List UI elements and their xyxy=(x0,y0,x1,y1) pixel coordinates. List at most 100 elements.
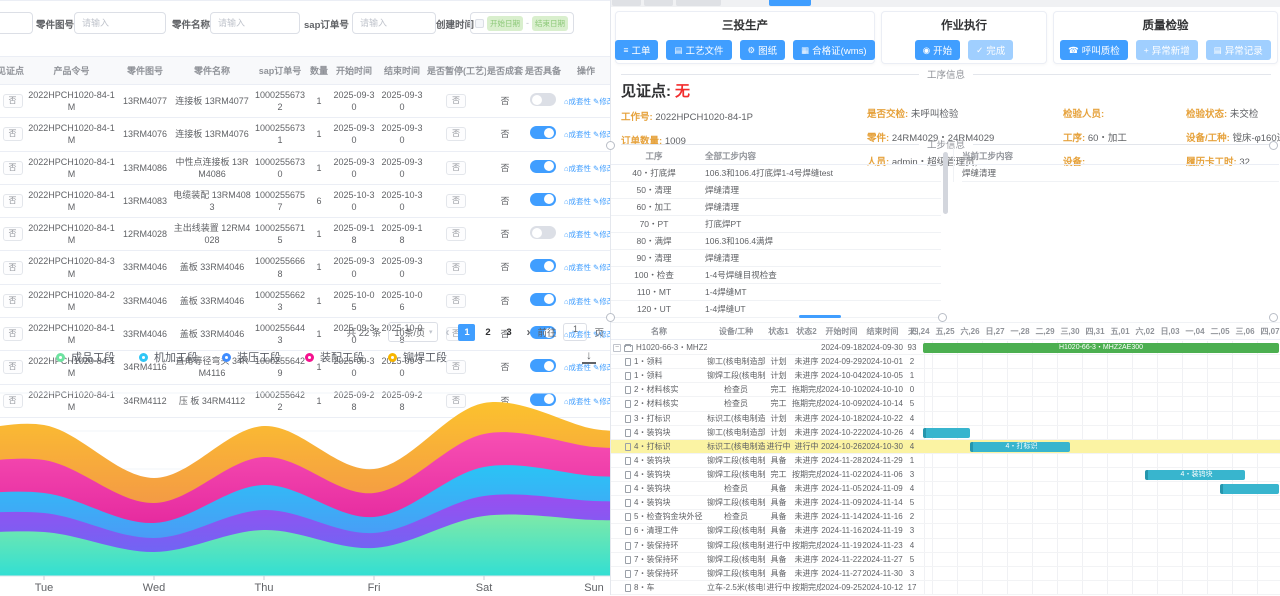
gantt-bar[interactable]: 4・装钨块 xyxy=(1145,470,1245,480)
ready-toggle[interactable] xyxy=(530,226,556,239)
gantt-row[interactable]: 2・材料核实检查员完工拖期完成2024-10-102024-10-100 xyxy=(611,383,1280,397)
legend-item[interactable]: 装压工段 xyxy=(222,349,281,365)
gantt-row[interactable]: 8・车立车-2.5米(核电制造部)进行中按期完成2024-09-252024-1… xyxy=(611,581,1280,595)
set-check-link[interactable]: ⌂成套性 xyxy=(564,97,591,106)
工单-button[interactable]: ≡工单 xyxy=(615,40,658,60)
resize-handle[interactable] xyxy=(1269,313,1278,322)
ready-toggle[interactable] xyxy=(530,259,556,272)
pause-tag[interactable]: 否 xyxy=(446,294,466,308)
gantt-row[interactable]: 7・装保持环铆焊工段(核电制造部)具备未进序2024-11-222024-11-… xyxy=(611,553,1280,567)
tab-stub[interactable] xyxy=(644,0,673,6)
gantt-bar[interactable]: H1020-66-3・MHZ2AE300 xyxy=(923,343,1279,353)
page-button[interactable]: 1 xyxy=(458,324,475,341)
step-row[interactable]: 70・PT打底焊PT xyxy=(611,216,941,233)
vertical-scrollbar[interactable] xyxy=(943,152,948,214)
step-row[interactable]: 120・UT1-4焊缝UT xyxy=(611,301,941,318)
gantt-bar[interactable] xyxy=(1220,484,1279,494)
开始-button[interactable]: ◉开始 xyxy=(915,40,960,60)
gantt-row[interactable]: 2・材料核实检查员完工拖期完成2024-10-092024-10-145 xyxy=(611,397,1280,411)
pause-tag[interactable]: 否 xyxy=(446,161,466,175)
set-check-link[interactable]: ⌂成套性 xyxy=(564,197,591,206)
pause-tag[interactable]: 否 xyxy=(446,94,466,108)
modify-record-link[interactable]: ✎修改记录 xyxy=(593,197,610,206)
resize-handle[interactable] xyxy=(606,141,615,150)
set-check-link[interactable]: ⌂成套性 xyxy=(564,263,591,272)
pause-tag[interactable]: 否 xyxy=(446,227,466,241)
set-check-link[interactable]: ⌂成套性 xyxy=(564,297,591,306)
collapse-icon[interactable]: − xyxy=(613,344,621,352)
gantt-row[interactable]: 1・领料铆焊工段(核电制造部)计划未进序2024-10-042024-10-05… xyxy=(611,369,1280,383)
ready-toggle[interactable] xyxy=(530,193,556,206)
witness-tag[interactable]: 否 xyxy=(3,94,23,108)
legend-item[interactable]: 装配工段 xyxy=(305,349,364,365)
gantt-row[interactable]: 7・装保持环铆焊工段(核电制造部)进行中按期完成2024-11-192024-1… xyxy=(611,539,1280,553)
page-size-select[interactable]: 10条/页 ▾ xyxy=(388,322,438,342)
end-date-field[interactable]: 结束日期 xyxy=(532,16,568,31)
prev-page-button[interactable]: ‹ xyxy=(445,325,449,339)
set-check-link[interactable]: ⌂成套性 xyxy=(564,130,591,139)
legend-item[interactable]: 成品工段 xyxy=(56,349,115,365)
step-row[interactable]: 40・打底焊106.3和106.4打底焊1-4号焊缝test xyxy=(611,165,941,182)
modify-record-link[interactable]: ✎修改记录 xyxy=(593,363,610,372)
step-row[interactable]: 50・清理焊缝清理 xyxy=(611,182,941,199)
tab-stub[interactable] xyxy=(612,0,641,6)
gantt-row[interactable]: 4・打标识标识工(核电制造部)进行中进行中2024-10-262024-10-3… xyxy=(611,440,1280,454)
gantt-row[interactable]: 5・检查钨金块外径检查员具备未进序2024-11-142024-11-162 xyxy=(611,510,1280,524)
pause-tag[interactable]: 否 xyxy=(446,261,466,275)
工艺文件-button[interactable]: ▤工艺文件 xyxy=(666,40,731,60)
gantt-row[interactable]: 7・装保持环铆焊工段(核电制造部)具备未进序2024-11-272024-11-… xyxy=(611,567,1280,581)
page-button[interactable]: 3 xyxy=(500,324,517,341)
set-check-link[interactable]: ⌂成套性 xyxy=(564,363,591,372)
page-button[interactable]: 2 xyxy=(479,324,496,341)
step-row[interactable]: 80・满焊106.3和106.4满焊 xyxy=(611,233,941,250)
legend-item[interactable]: 机加工段 xyxy=(139,349,198,365)
gantt-bar[interactable] xyxy=(923,428,970,438)
resize-handle[interactable] xyxy=(938,313,947,322)
异常新增-button[interactable]: +异常新增 xyxy=(1136,40,1198,60)
gantt-row[interactable]: 1・领料铆工(核电制造部)计划未进序2024-09-292024-10-012 xyxy=(611,355,1280,369)
modify-record-link[interactable]: ✎修改记录 xyxy=(593,263,610,272)
witness-tag[interactable]: 否 xyxy=(3,194,23,208)
resize-handle[interactable] xyxy=(606,313,615,322)
part-name-input[interactable] xyxy=(210,12,300,34)
modify-record-link[interactable]: ✎修改记录 xyxy=(593,97,610,106)
step-row[interactable]: 100・检查1-4号焊缝目视检查 xyxy=(611,267,941,284)
set-check-link[interactable]: ⌂成套性 xyxy=(564,164,591,173)
图纸-button[interactable]: ⚙图纸 xyxy=(740,40,786,60)
合格证(wms)-button[interactable]: ▦合格证(wms) xyxy=(793,40,874,60)
step-row[interactable]: 60・加工焊缝清理 xyxy=(611,199,941,216)
modify-record-link[interactable]: ✎修改记录 xyxy=(593,130,610,139)
modify-record-link[interactable]: ✎修改记录 xyxy=(593,164,610,173)
witness-tag[interactable]: 否 xyxy=(3,294,23,308)
gantt-row[interactable]: 3・打标识标识工(核电制造部)计划未进序2024-10-182024-10-22… xyxy=(611,412,1280,426)
part-drawing-input[interactable] xyxy=(74,12,166,34)
next-page-button[interactable]: › xyxy=(526,325,530,339)
witness-tag[interactable]: 否 xyxy=(3,161,23,175)
witness-tag[interactable]: 否 xyxy=(3,227,23,241)
gantt-row[interactable]: 4・装钨块铆焊工段(核电制造部)具备未进序2024-11-282024-11-2… xyxy=(611,454,1280,468)
step-row[interactable]: 110・MT1-4焊缝MT xyxy=(611,284,941,301)
set-check-link[interactable]: ⌂成套性 xyxy=(564,230,591,239)
resize-handle[interactable] xyxy=(1269,141,1278,150)
modify-record-link[interactable]: ✎修改记录 xyxy=(593,297,610,306)
gantt-bar[interactable]: 4・打标识 xyxy=(970,442,1070,452)
ready-toggle[interactable] xyxy=(530,160,556,173)
gantt-row[interactable]: 4・装钨块铆焊工段(核电制造部)具备未进序2024-11-092024-11-1… xyxy=(611,496,1280,510)
tab-active[interactable] xyxy=(769,0,811,6)
ready-toggle[interactable] xyxy=(530,126,556,139)
legend-item[interactable]: 铆焊工段 xyxy=(388,349,447,365)
witness-tag[interactable]: 否 xyxy=(3,127,23,141)
ready-toggle[interactable] xyxy=(530,93,556,106)
ready-toggle[interactable] xyxy=(530,293,556,306)
horizontal-scrollbar[interactable] xyxy=(799,315,841,318)
gantt-row[interactable]: 6・清理工件铆焊工段(核电制造部)具备未进序2024-11-162024-11-… xyxy=(611,524,1280,538)
modify-record-link[interactable]: ✎修改记录 xyxy=(593,230,610,239)
witness-tag[interactable]: 否 xyxy=(3,261,23,275)
gantt-row[interactable]: 4・装钨块检查员具备未进序2024-11-052024-11-094 xyxy=(611,482,1280,496)
tab-stub[interactable] xyxy=(676,0,721,6)
呼叫质检-button[interactable]: ☎呼叫质检 xyxy=(1060,40,1128,60)
step-row[interactable]: 90・清理焊缝清理 xyxy=(611,250,941,267)
pause-tag[interactable]: 否 xyxy=(446,127,466,141)
start-date-field[interactable]: 开始日期 xyxy=(487,16,523,31)
异常记录-button[interactable]: ▤异常记录 xyxy=(1206,40,1271,60)
